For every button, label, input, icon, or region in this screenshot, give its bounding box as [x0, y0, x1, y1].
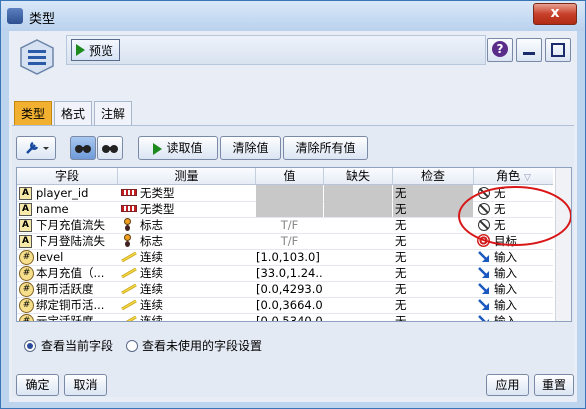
close-button[interactable]: x [533, 3, 577, 25]
help-icon: ? [492, 41, 508, 57]
tools-dropdown-button[interactable] [16, 136, 56, 160]
view-current-fields-radio[interactable] [24, 340, 36, 352]
binoculars-icon [75, 145, 91, 153]
field-view-toggle-a[interactable] [70, 136, 96, 160]
clear-values-button[interactable]: 清除值 [220, 136, 281, 160]
view-unused-fields-radio[interactable] [126, 340, 138, 352]
binoculars-icon [102, 145, 118, 153]
preview-label: 预览 [89, 43, 114, 58]
highlight-annotation [458, 186, 571, 246]
view-unused-fields-label: 查看未使用的字段设置 [142, 339, 263, 353]
app-icon [7, 8, 23, 24]
wrench-icon [26, 141, 49, 154]
reset-button[interactable]: 重置 [534, 374, 574, 396]
apply-button[interactable]: 应用 [486, 374, 529, 396]
view-current-fields-label: 查看当前字段 [41, 339, 114, 353]
maximize-button[interactable] [545, 38, 571, 62]
field-view-toggle-b[interactable] [97, 136, 123, 160]
clear-all-values-button[interactable]: 清除所有值 [283, 136, 368, 160]
play-icon [153, 142, 163, 155]
maximize-icon [551, 43, 565, 57]
play-icon [76, 44, 85, 56]
ok-button[interactable]: 确定 [16, 374, 59, 396]
minimize-icon [523, 52, 535, 55]
tab-format[interactable]: 格式 [54, 101, 92, 125]
cancel-button[interactable]: 取消 [64, 374, 107, 396]
field-table: 字段 测量 值 缺失 检查 角色 ▽ Aplayer_id 无类型无无 Aname 无… [16, 167, 572, 322]
tab-type[interactable]: 类型 [14, 101, 52, 125]
read-values-button[interactable]: 读取值 [138, 136, 218, 160]
minimize-button[interactable] [516, 38, 542, 62]
type-panel: 读取值 清除值 清除所有值 字段 测量 值 缺失 检查 角色 ▽ Aplayer… [12, 125, 574, 397]
read-values-label: 读取值 [166, 141, 203, 155]
help-button[interactable]: ? [487, 38, 513, 62]
preview-button[interactable]: 预览 [71, 39, 121, 61]
node-toolbar: 预览 [66, 35, 486, 65]
type-node-icon [20, 39, 54, 75]
type-dialog: 类型 x 预览 ? 类型 格式 注解 读取值 清除值 清除所有值 字段 测量 值… [0, 0, 586, 409]
title-bar[interactable]: 类型 x [1, 1, 585, 31]
tab-annotation[interactable]: 注解 [94, 101, 132, 125]
window-title: 类型 [29, 12, 56, 27]
dialog-client: 预览 ? 类型 格式 注解 读取值 清除值 清除所有值 字段 测量 值 缺失 检… [9, 31, 577, 402]
